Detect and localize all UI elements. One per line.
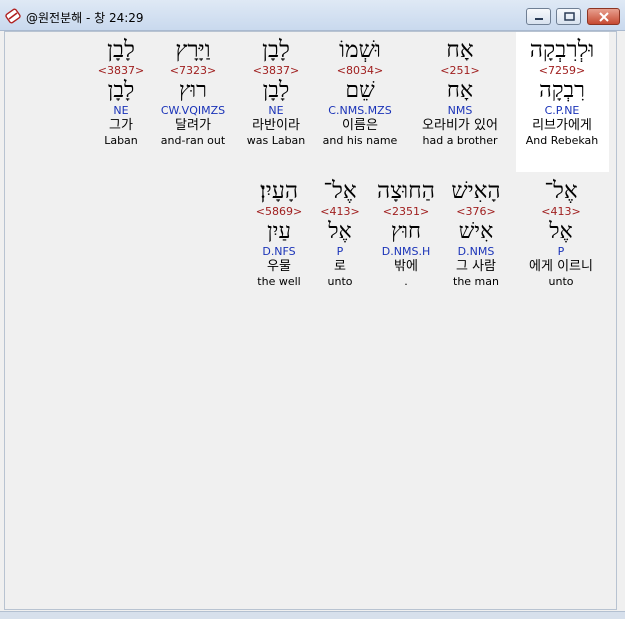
minimize-icon — [535, 18, 543, 20]
english-gloss: Laban — [104, 134, 138, 147]
hebrew-word: הָעָיִן׃ — [259, 178, 299, 204]
english-gloss: the well — [257, 275, 301, 288]
strong-number[interactable]: <413> — [516, 205, 606, 219]
morphology-code: D.NFS — [262, 245, 296, 258]
korean-gloss: 라반이라 — [252, 118, 300, 133]
close-icon — [599, 12, 609, 22]
hebrew-lemma: לָבָן — [262, 78, 290, 103]
hebrew-lemma: אֶל — [549, 219, 573, 244]
hebrew-word: לָבָן — [107, 37, 135, 63]
word-cell[interactable]: וּלְרִבְקָה <7259> רִבְקָה C.P.NE 리브가에게 … — [517, 36, 607, 148]
hebrew-word: וּשְׁמוֹ — [339, 37, 381, 63]
strong-number[interactable]: <5869> — [234, 205, 324, 219]
korean-gloss: 우물 — [267, 259, 291, 274]
english-gloss: and his name — [322, 134, 398, 147]
morphology-code: C.NMS.MZS — [328, 104, 392, 117]
korean-gloss: 에게 이르니 — [529, 259, 593, 274]
morphology-code: NMS — [447, 104, 473, 117]
english-gloss: unto — [548, 275, 574, 288]
word-cell[interactable]: אָח <251> אָח NMS 오라비가 있어 had a brother — [415, 36, 505, 148]
english-gloss: was Laban — [246, 134, 306, 147]
morphology-code: C.P.NE — [544, 104, 580, 117]
hebrew-word: וּלְרִבְקָה — [529, 37, 595, 63]
hebrew-word: לָבָן — [262, 37, 290, 63]
close-button[interactable] — [587, 8, 620, 25]
maximize-button[interactable] — [556, 8, 581, 25]
hebrew-lemma: לָבָן — [107, 78, 135, 103]
hebrew-lemma: אָח — [446, 78, 474, 103]
korean-gloss: 리브가에게 — [532, 118, 592, 133]
app-icon — [5, 8, 21, 24]
title-bar[interactable]: @원전분해 - 창 24:29 — [0, 0, 625, 31]
hebrew-lemma: שֵׁם — [345, 78, 375, 103]
maximize-icon — [564, 12, 575, 21]
morphology-code: NE — [113, 104, 129, 117]
word-cell[interactable]: לָבָן <3837> לָבָן NE 라반이라 was Laban — [231, 36, 321, 148]
window-title: @원전분해 - 창 24:29 — [26, 11, 144, 25]
hebrew-lemma: רִבְקָה — [539, 78, 585, 103]
strong-number[interactable]: <7259> — [517, 64, 607, 78]
strong-number[interactable]: <3837> — [76, 64, 166, 78]
app-window: @원전분해 - 창 24:29 וּלְרִבְקָה <7259> רִבְק… — [0, 0, 625, 619]
word-cell[interactable]: וּשְׁמוֹ <8034> שֵׁם C.NMS.MZS 이름은 and h… — [315, 36, 405, 148]
hebrew-word: אָח — [446, 37, 474, 63]
korean-gloss: 이름은 — [342, 118, 378, 133]
minimize-button[interactable] — [526, 8, 551, 25]
strong-number[interactable]: <3837> — [231, 64, 321, 78]
morphology-code: P — [557, 245, 565, 258]
hebrew-lemma: עַיִן — [267, 219, 291, 244]
word-cell[interactable]: אֶל־ <413> אֶל P 에게 이르니 unto — [516, 177, 606, 289]
word-cell[interactable]: הָעָיִן׃ <5869> עַיִן D.NFS 우물 the well — [234, 177, 324, 289]
korean-gloss: 오라비가 있어 — [422, 118, 498, 133]
english-gloss: had a brother — [422, 134, 498, 147]
morphology-code: NE — [268, 104, 284, 117]
word-cell[interactable]: לָבָן <3837> לָבָן NE 그가 Laban — [76, 36, 166, 148]
hebrew-word: אֶל־ — [544, 178, 578, 204]
strong-number[interactable]: <251> — [415, 64, 505, 78]
strong-number[interactable]: <8034> — [315, 64, 405, 78]
english-gloss: And Rebekah — [525, 134, 599, 147]
korean-gloss: 그가 — [109, 118, 133, 133]
